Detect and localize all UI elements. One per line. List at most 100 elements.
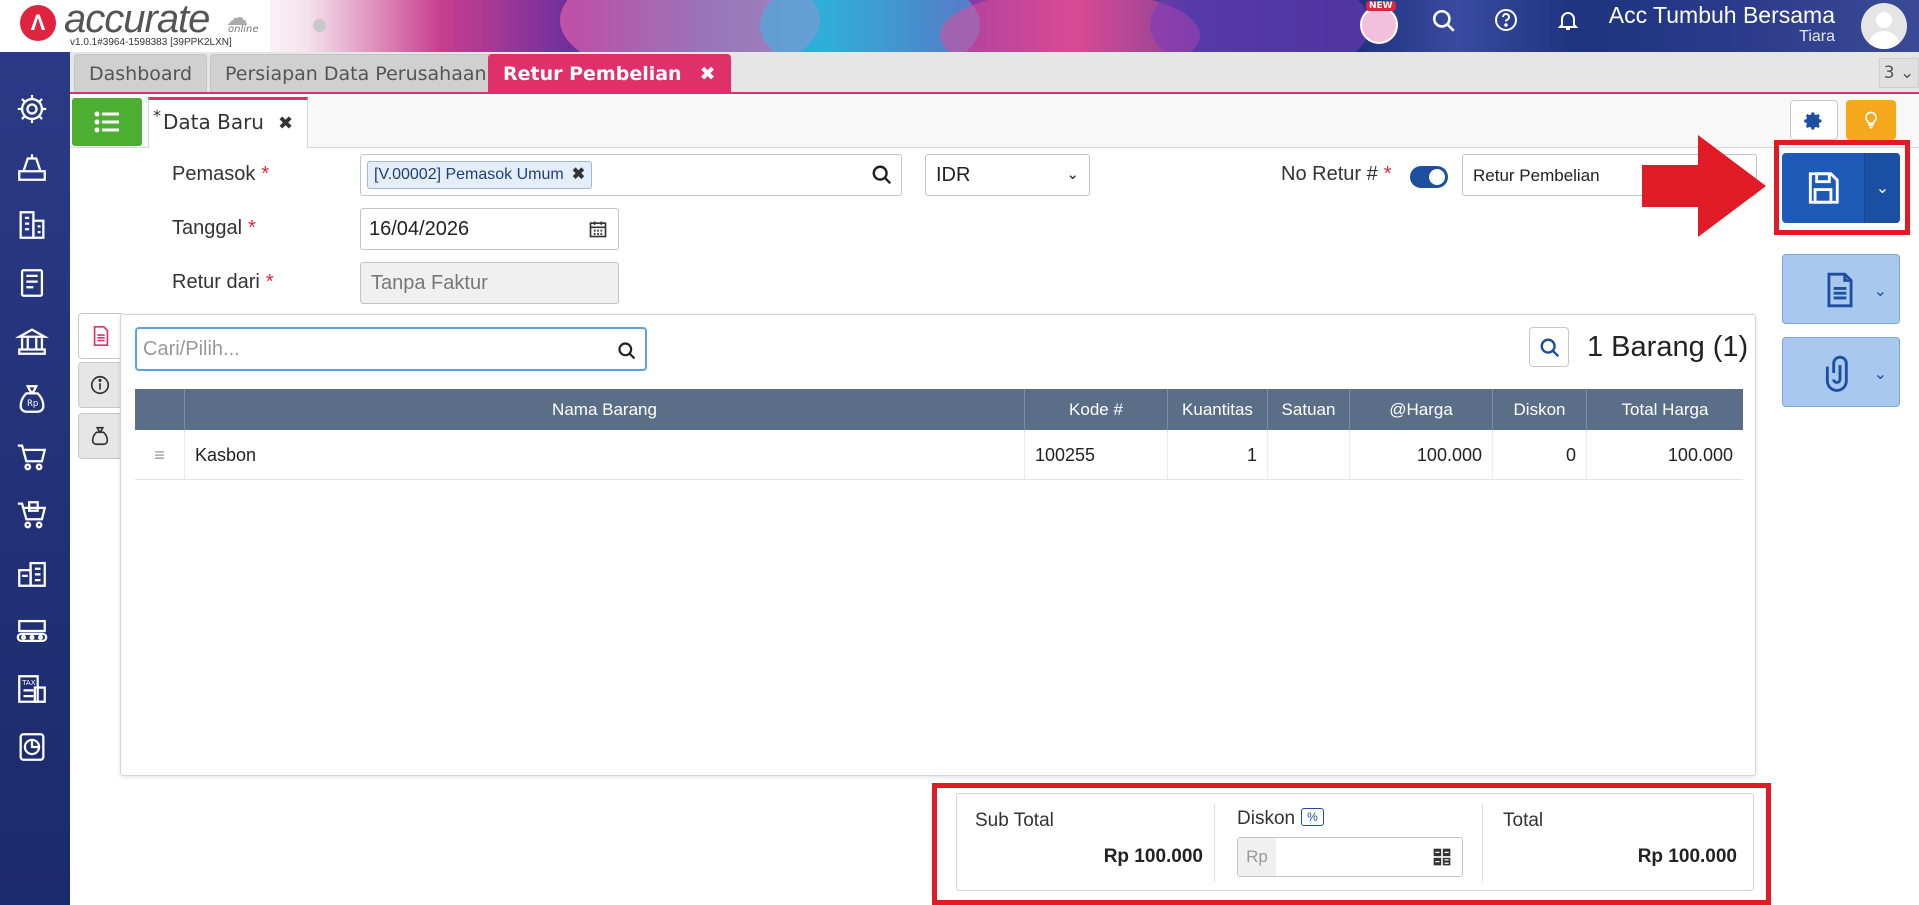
red-arrow-icon <box>1642 135 1766 237</box>
print-button[interactable]: ⌄ <box>1782 254 1900 324</box>
cell-harga[interactable]: 100.000 <box>1350 430 1493 480</box>
new-badge: NEW <box>1366 1 1396 11</box>
cell-diskon[interactable]: 0 <box>1493 430 1587 480</box>
search-icon[interactable] <box>871 164 893 186</box>
cell-kode[interactable]: 100255 <box>1025 430 1168 480</box>
item-search-input[interactable] <box>143 334 603 364</box>
table-row[interactable]: ≡ Kasbon 100255 1 100.000 0 100.000 <box>135 430 1743 480</box>
col-harga[interactable]: @Harga <box>1350 389 1493 430</box>
returdari-field[interactable]: Tanpa Faktur <box>360 262 619 304</box>
item-search[interactable] <box>135 327 647 371</box>
chip-close-icon[interactable]: ✖ <box>572 166 585 183</box>
col-diskon[interactable]: Diskon <box>1493 389 1587 430</box>
paperclip-icon <box>1825 355 1848 392</box>
accurate-logo-icon: Λ <box>20 5 56 41</box>
unsaved-marker: * <box>153 106 161 125</box>
cell-total-harga[interactable]: 100.000 <box>1587 430 1743 480</box>
svg-text:TAX: TAX <box>21 678 36 687</box>
user-name: Tiara <box>1799 28 1835 45</box>
logo-text: accurate <box>64 0 210 41</box>
col-kode[interactable]: Kode # <box>1025 389 1168 430</box>
pemasok-chip: [V.00002] Pemasok Umum ✖ <box>367 161 593 189</box>
attachment-button[interactable]: ⌄ <box>1782 337 1900 407</box>
sidebar: Rp TAX <box>0 52 70 905</box>
cell-satuan[interactable] <box>1268 430 1350 480</box>
cell-nama-barang[interactable]: Kasbon <box>185 430 1025 480</box>
tanggal-value: 16/04/2026 <box>369 218 470 240</box>
search-icon <box>1540 338 1560 358</box>
items-panel: 1 Barang (1) Nama Barang Kode # Kuantita… <box>120 314 1756 776</box>
tips-button[interactable] <box>1846 100 1896 140</box>
tab-data-baru[interactable]: * Data Baru ✖ <box>148 97 309 148</box>
info-icon <box>90 375 110 395</box>
new-feature-avatar[interactable] <box>1360 6 1398 44</box>
chevron-down-icon: ⌄ <box>1066 166 1079 183</box>
money-bag-icon <box>91 426 109 446</box>
col-satuan[interactable]: Satuan <box>1268 389 1350 430</box>
list-icon <box>94 111 119 133</box>
tab-retur-pembelian[interactable]: Retur Pembelian ✖ <box>488 54 731 92</box>
tab-dashboard[interactable]: Dashboard <box>74 54 208 92</box>
chip-label: [V.00002] Pemasok Umum <box>374 166 564 183</box>
bell-icon[interactable] <box>1550 8 1586 44</box>
table-header: Nama Barang Kode # Kuantitas Satuan @Har… <box>135 389 1743 430</box>
tanggal-field[interactable]: 16/04/2026 <box>360 208 619 250</box>
tab-label: Retur Pembelian <box>503 63 682 85</box>
col-kuantitas[interactable]: Kuantitas <box>1168 389 1268 430</box>
close-icon[interactable]: ✖ <box>700 63 716 85</box>
lightbulb-icon <box>1865 111 1877 129</box>
document-icon <box>1827 272 1853 308</box>
col-handle <box>135 389 185 430</box>
highlight-box-totals <box>932 783 1771 905</box>
scale-icon[interactable] <box>15 150 55 190</box>
bank-icon[interactable] <box>14 324 55 364</box>
tab-strip: Dashboard Persiapan Data Perusahaan Retu… <box>70 52 1919 94</box>
table-search-button[interactable] <box>1529 327 1569 367</box>
returdari-label: Retur dari * <box>172 271 274 293</box>
search-icon[interactable] <box>1426 8 1462 44</box>
auto-number-toggle[interactable] <box>1410 166 1448 188</box>
tab-count-dropdown[interactable]: 3 ⌄ <box>1879 58 1919 88</box>
tab-label: Persiapan Data Perusahaan <box>225 63 487 85</box>
tab-label: Data Baru <box>163 110 264 134</box>
report-icon[interactable] <box>15 730 55 770</box>
cost-tab[interactable] <box>78 413 122 459</box>
svg-text:Rp: Rp <box>27 399 38 409</box>
document-lines-icon <box>93 326 108 346</box>
detail-items-tab[interactable] <box>78 313 122 359</box>
logo-online: online <box>228 24 259 35</box>
company-name[interactable]: Acc Tumbuh Bersama <box>1609 2 1835 29</box>
noretur-label: No Retur # * <box>1281 163 1392 185</box>
building-icon[interactable] <box>15 208 55 248</box>
currency-select[interactable]: IDR ⌄ <box>925 154 1090 196</box>
item-count: 1 Barang (1) <box>1587 331 1749 363</box>
pemasok-label: Pemasok * <box>172 163 270 185</box>
cell-kuantitas[interactable]: 1 <box>1168 430 1268 480</box>
help-icon[interactable] <box>1488 8 1524 44</box>
conveyor-icon[interactable] <box>15 614 55 654</box>
money-bag-icon[interactable]: Rp <box>15 382 55 422</box>
tab-label: Dashboard <box>89 63 193 85</box>
close-icon[interactable]: ✖ <box>278 113 293 134</box>
calendar-icon[interactable] <box>588 219 608 239</box>
col-total-harga[interactable]: Total Harga <box>1587 389 1743 430</box>
logo[interactable]: Λ accurate ☁ online v1.0.1#3964-1598383 … <box>0 0 270 52</box>
info-tab[interactable] <box>78 362 122 408</box>
list-view-button[interactable] <box>72 98 142 146</box>
gear-icon <box>1804 112 1822 130</box>
cart-icon[interactable] <box>15 440 55 480</box>
tab-persiapan-data[interactable]: Persiapan Data Perusahaan <box>210 54 502 92</box>
settings-icon[interactable] <box>15 92 55 132</box>
search-icon[interactable] <box>617 341 637 361</box>
warehouse-icon[interactable] <box>15 556 55 596</box>
drag-handle-icon[interactable]: ≡ <box>135 430 185 480</box>
pemasok-field[interactable]: [V.00002] Pemasok Umum ✖ <box>360 154 902 196</box>
col-nama-barang[interactable]: Nama Barang <box>185 389 1025 430</box>
cart-return-icon[interactable] <box>15 498 55 538</box>
noretur-value: Retur Pembelian <box>1473 166 1600 185</box>
tanggal-label: Tanggal * <box>172 217 256 239</box>
ledger-icon[interactable] <box>15 266 55 306</box>
user-avatar[interactable] <box>1861 3 1907 49</box>
tax-icon[interactable]: TAX <box>15 672 55 712</box>
form-settings-button[interactable] <box>1790 100 1838 140</box>
